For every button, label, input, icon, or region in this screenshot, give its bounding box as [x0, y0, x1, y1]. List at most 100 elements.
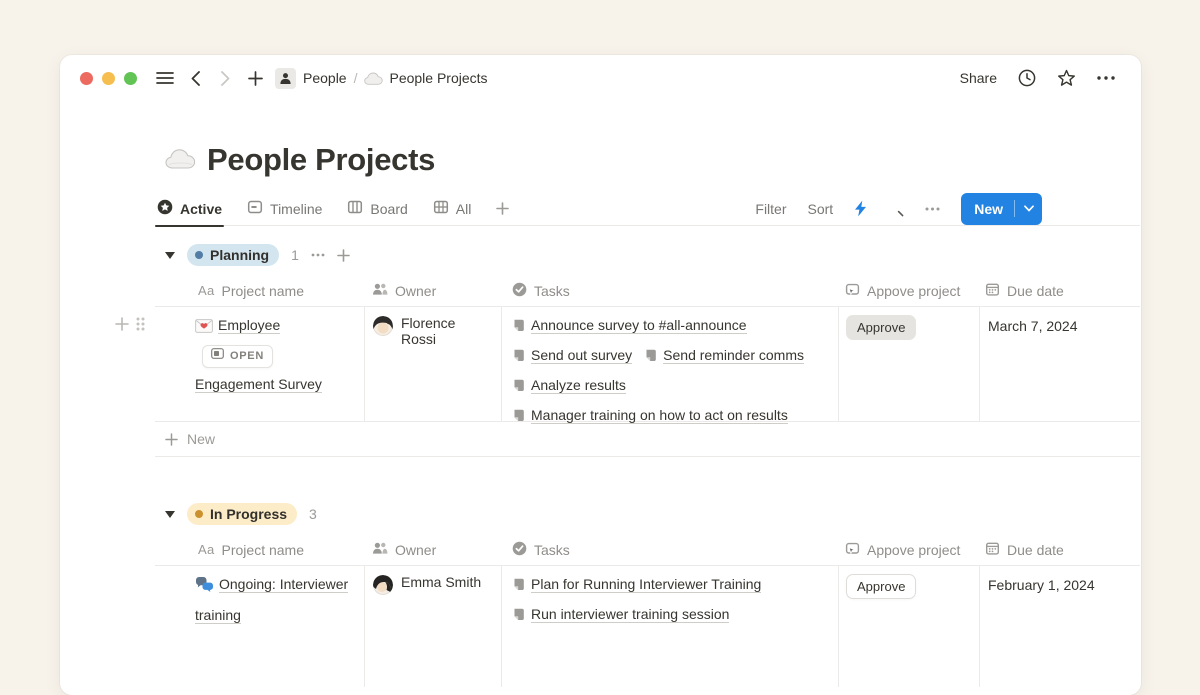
close-window-button[interactable]: [80, 72, 93, 85]
status-badge-in-progress[interactable]: In Progress: [187, 503, 297, 525]
view-more-icon[interactable]: [925, 207, 940, 211]
timeline-icon: [247, 199, 263, 218]
status-badge-planning[interactable]: Planning: [187, 244, 279, 266]
task-link[interactable]: Run interviewer training session: [512, 606, 729, 622]
task-title[interactable]: Plan for Running Interviewer Training: [531, 576, 761, 593]
task-title[interactable]: Manager training on how to act on result…: [531, 407, 788, 424]
window-topbar: People / People Projects Share: [60, 55, 1141, 101]
group-more-icon[interactable]: [311, 253, 325, 257]
tab-all[interactable]: All: [431, 192, 474, 226]
column-header-approve-project[interactable]: Appove project: [839, 534, 980, 565]
chevron-down-icon[interactable]: [1015, 205, 1042, 212]
button-property-icon: [845, 541, 860, 559]
column-header-approve-project[interactable]: Appove project: [839, 275, 980, 306]
group-add-icon[interactable]: [337, 249, 350, 262]
task-title[interactable]: Send out survey: [531, 347, 632, 364]
column-header-due-date[interactable]: Due date: [980, 534, 1140, 565]
task-title[interactable]: Announce survey to #all-announce: [531, 317, 747, 334]
sort-button[interactable]: Sort: [808, 201, 834, 217]
favorite-star-icon[interactable]: [1057, 69, 1076, 87]
project-title-link[interactable]: Employee: [218, 317, 280, 334]
add-view-button[interactable]: [494, 192, 511, 226]
more-options-icon[interactable]: [1097, 76, 1115, 80]
column-header-tasks[interactable]: Tasks: [502, 534, 839, 565]
task-link[interactable]: Plan for Running Interviewer Training: [512, 576, 761, 592]
column-label: Project name: [222, 283, 304, 299]
clock-icon[interactable]: [1018, 69, 1036, 87]
due-date-value: February 1, 2024: [988, 577, 1095, 593]
new-button[interactable]: New: [961, 193, 1042, 225]
open-page-button[interactable]: OPEN: [202, 345, 273, 368]
task-link[interactable]: Send out survey: [512, 347, 632, 363]
drag-handle-icon[interactable]: [136, 317, 145, 331]
check-circle-icon: [512, 541, 527, 559]
new-page-icon[interactable]: [243, 66, 267, 90]
share-button[interactable]: Share: [960, 70, 997, 86]
tab-timeline[interactable]: Timeline: [245, 192, 324, 226]
table-header-planning: Aa Project name Owner Tasks Appove proj: [155, 275, 1140, 307]
due-date-cell[interactable]: March 7, 2024: [980, 307, 1140, 421]
task-title[interactable]: Run interviewer training session: [531, 606, 729, 623]
column-header-tasks[interactable]: Tasks: [502, 275, 839, 306]
search-icon[interactable]: [888, 201, 904, 217]
group-toggle-icon[interactable]: [165, 511, 175, 518]
forward-icon[interactable]: [213, 66, 237, 90]
owner-cell[interactable]: Florence Rossi: [365, 307, 502, 421]
new-button-label[interactable]: New: [961, 201, 1014, 217]
column-header-due-date[interactable]: Due date: [980, 275, 1140, 306]
minimize-window-button[interactable]: [102, 72, 115, 85]
filter-button[interactable]: Filter: [755, 201, 786, 217]
calendar-icon: [985, 541, 1000, 559]
add-row-icon[interactable]: [115, 317, 129, 331]
breadcrumb-current[interactable]: People Projects: [389, 70, 487, 86]
page-icon: [644, 343, 657, 371]
automation-lightning-icon[interactable]: [854, 200, 867, 217]
approve-button[interactable]: Approve: [846, 315, 916, 340]
task-link[interactable]: Announce survey to #all-announce: [512, 317, 747, 333]
task-title[interactable]: Analyze results: [531, 377, 626, 394]
due-date-cell[interactable]: February 1, 2024: [980, 566, 1140, 687]
check-circle-icon: [512, 282, 527, 300]
board-icon: [347, 199, 363, 218]
speech-bubbles-icon: [195, 573, 214, 601]
column-header-owner[interactable]: Owner: [365, 275, 502, 306]
column-label: Tasks: [534, 283, 570, 299]
approve-button[interactable]: Approve: [846, 574, 916, 599]
column-header-owner[interactable]: Owner: [365, 534, 502, 565]
project-name-cell[interactable]: Ongoing: Interviewer training: [155, 566, 365, 687]
tab-all-label: All: [456, 201, 472, 217]
page-icon: [512, 403, 525, 431]
sidebar-menu-icon[interactable]: [153, 66, 177, 90]
page-header: People Projects: [165, 141, 1141, 179]
zoom-window-button[interactable]: [124, 72, 137, 85]
task-link[interactable]: Manager training on how to act on result…: [512, 407, 788, 423]
group-toggle-icon[interactable]: [165, 252, 175, 259]
cloud-icon: [364, 72, 383, 85]
breadcrumb-parent[interactable]: People: [303, 70, 347, 86]
tab-active[interactable]: Active: [155, 192, 224, 226]
avatar-emma: [373, 575, 393, 595]
status-dot: [195, 510, 203, 518]
view-actions: Filter Sort New: [755, 193, 1042, 225]
back-icon[interactable]: [183, 66, 207, 90]
side-peek-icon: [211, 342, 224, 370]
status-dot: [195, 251, 203, 259]
column-label: Project name: [222, 542, 304, 558]
love-letter-icon: [195, 314, 213, 342]
status-label: Planning: [210, 247, 269, 263]
task-link[interactable]: Send reminder comms: [644, 347, 804, 363]
tab-board[interactable]: Board: [345, 192, 409, 226]
column-header-project-name[interactable]: Aa Project name: [155, 534, 365, 565]
text-property-icon: Aa: [198, 542, 215, 557]
task-line: Announce survey to #all-announce: [512, 311, 828, 341]
project-title-link[interactable]: Ongoing: Interviewer training: [195, 576, 348, 624]
project-name-cell[interactable]: Employee OPEN Engagement Survey: [155, 307, 365, 421]
task-link[interactable]: Analyze results: [512, 377, 626, 393]
column-header-project-name[interactable]: Aa Project name: [155, 275, 365, 306]
tasks-cell: Announce survey to #all-announce Send ou…: [502, 307, 839, 421]
owner-cell[interactable]: Emma Smith: [365, 566, 502, 687]
project-title-link[interactable]: Engagement Survey: [195, 376, 322, 393]
task-title[interactable]: Send reminder comms: [663, 347, 804, 364]
table-header-in-progress: Aa Project name Owner Tasks Appove proj: [155, 534, 1140, 566]
column-label: Due date: [1007, 283, 1064, 299]
